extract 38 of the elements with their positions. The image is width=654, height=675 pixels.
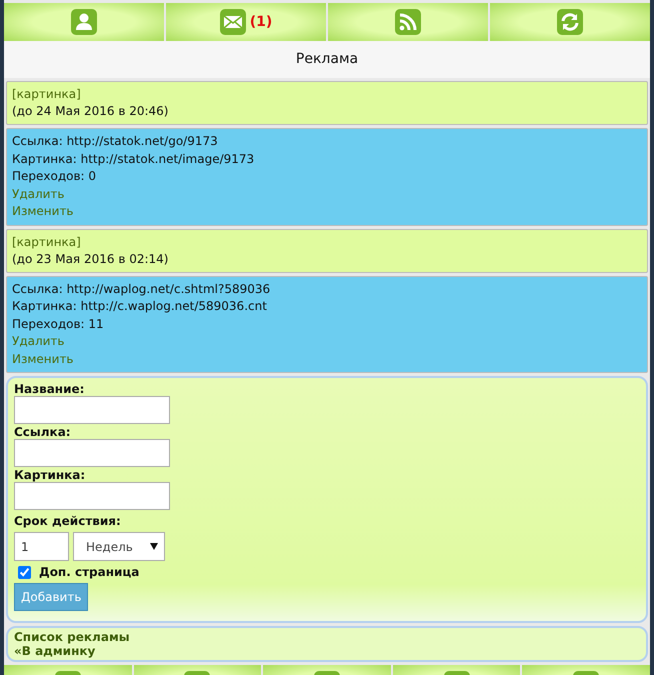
refresh-icon [557,9,583,35]
expiry-date: (до 24 Мая 2016 в 20:46) [12,103,170,120]
field-label: Срок действия: [14,514,122,528]
field-label: Ссылка: [14,425,72,439]
input-field[interactable] [14,439,170,467]
footer-link[interactable]: Список рекламы [14,630,640,644]
field-label: Название: [14,382,86,396]
caret-icon [150,543,158,550]
action-link[interactable]: Изменить [12,350,642,368]
profile-icon [71,9,97,35]
mail-icon [220,9,246,35]
link-url: Ссылка: http://statok.net/go/9173 [12,133,219,150]
image-url: Картинка: http://statok.net/image/9173 [12,150,256,168]
nav-button[interactable]: (1) [166,3,326,41]
clicks-count: Переходов: 11 [12,316,105,332]
picture-link[interactable]: [картинка] [12,86,642,103]
page-title: Реклама [4,41,650,78]
nav-button[interactable] [4,3,164,41]
action-link[interactable]: Удалить [12,186,642,203]
input-field[interactable] [14,396,170,424]
image-url: Картинка: http://c.waplog.net/589036.cnt [12,298,268,315]
clicks-count: Переходов: 0 [12,168,98,185]
unread-count: (1) [250,12,272,32]
input-field[interactable] [14,482,170,510]
action-link[interactable]: Изменить [12,203,642,220]
field-label: Картинка: [14,468,86,482]
rss-icon [395,9,421,35]
number-field[interactable]: 1 [14,532,69,561]
nav-button[interactable] [490,3,650,41]
action-link[interactable]: Удалить [12,333,642,350]
picture-link[interactable]: [картинка] [12,234,642,250]
expiry-date: (до 23 Мая 2016 в 02:14) [12,250,170,268]
unit-dropdown[interactable]: Недель [73,532,165,561]
checkbox[interactable] [18,566,31,578]
link-url: Ссылка: http://waplog.net/c.shtml?589036 [12,280,272,298]
checkbox-label: Доп. страница [39,565,140,579]
nav-button[interactable] [328,3,488,41]
footer-link[interactable]: «В админку [14,644,640,658]
